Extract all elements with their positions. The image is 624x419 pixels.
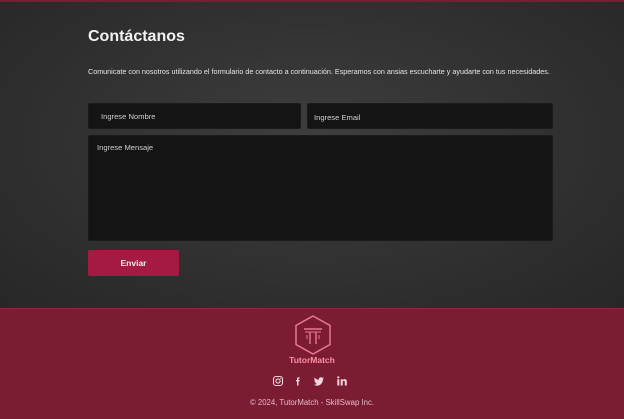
message-textarea[interactable] xyxy=(88,135,553,241)
copyright-text: © 2024, TutorMatch - SkillSwap Inc. xyxy=(249,398,375,407)
name-input[interactable] xyxy=(88,103,301,129)
linkedin-icon[interactable] xyxy=(336,375,348,387)
send-button[interactable]: Enviar xyxy=(88,250,179,276)
instagram-icon[interactable] xyxy=(272,375,284,387)
facebook-icon[interactable] xyxy=(292,375,304,387)
contact-description: Comunicate con nosotros utilizando el fo… xyxy=(88,67,550,76)
page-title: Contáctanos xyxy=(88,28,185,45)
contact-section: Contáctanos Comunicate con nosotros util… xyxy=(0,2,624,308)
footer: TutorMatch © 2024, TutorMatch - SkillSwa… xyxy=(0,308,624,419)
tutormatch-logo-icon xyxy=(295,315,331,355)
email-input[interactable] xyxy=(307,103,553,129)
twitter-icon[interactable] xyxy=(313,375,325,387)
brand-name: TutorMatch xyxy=(289,355,335,365)
